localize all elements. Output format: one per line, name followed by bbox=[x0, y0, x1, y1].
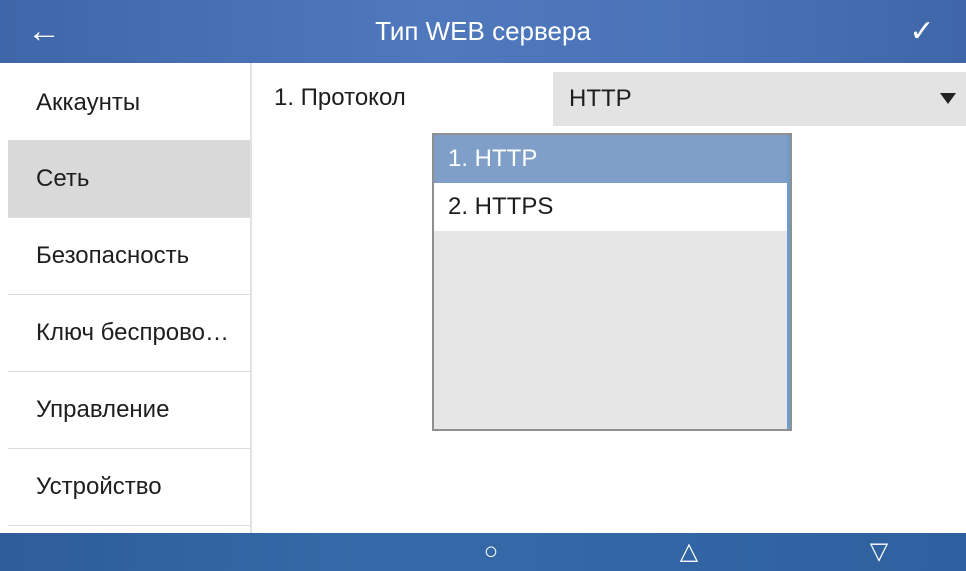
protocol-label: 1. Протокол bbox=[274, 84, 406, 111]
page-title: Тип WEB сервера bbox=[375, 16, 591, 46]
home-circle-icon[interactable]: ○ bbox=[471, 533, 511, 571]
select-value: HTTP bbox=[569, 85, 632, 112]
sidebar-item-label: Сеть bbox=[36, 165, 90, 192]
navigation-bar: ○ △ ▽ bbox=[0, 533, 966, 571]
sidebar-item-device[interactable]: Устройство bbox=[8, 449, 250, 526]
sidebar-item-label: Устройство bbox=[36, 473, 162, 500]
sidebar-item-label: Аккаунты bbox=[36, 89, 141, 116]
sidebar-item-network[interactable]: Сеть bbox=[8, 141, 250, 218]
dropdown-scrollbar[interactable] bbox=[787, 135, 790, 429]
protocol-dropdown-list: 1. HTTP 2. HTTPS bbox=[432, 133, 792, 431]
protocol-select[interactable]: HTTP bbox=[553, 72, 966, 126]
option-https[interactable]: 2. HTTPS bbox=[434, 183, 789, 231]
down-triangle-icon[interactable]: ▽ bbox=[859, 533, 899, 571]
sidebar-item-accounts[interactable]: Аккаунты bbox=[8, 63, 250, 141]
sidebar-item-security[interactable]: Безопасность bbox=[8, 218, 250, 295]
sidebar-item-wireless-key[interactable]: Ключ беспрово… bbox=[8, 295, 250, 372]
up-triangle-icon[interactable]: △ bbox=[669, 533, 709, 571]
sidebar-item-label: Ключ беспрово… bbox=[36, 319, 229, 346]
sidebar-item-label: Безопасность bbox=[36, 242, 190, 269]
dropdown-triangle-icon bbox=[940, 93, 956, 104]
sidebar-item-label: Управление bbox=[36, 396, 170, 423]
option-http[interactable]: 1. HTTP bbox=[434, 135, 789, 183]
sidebar-divider bbox=[250, 63, 252, 533]
sidebar: Аккаунты Сеть Безопасность Ключ беспрово… bbox=[0, 63, 250, 533]
checkmark-icon[interactable]: ✓ bbox=[902, 12, 942, 52]
title-bar: ← Тип WEB сервера ✓ bbox=[0, 0, 966, 63]
sidebar-item-management[interactable]: Управление bbox=[8, 372, 250, 449]
